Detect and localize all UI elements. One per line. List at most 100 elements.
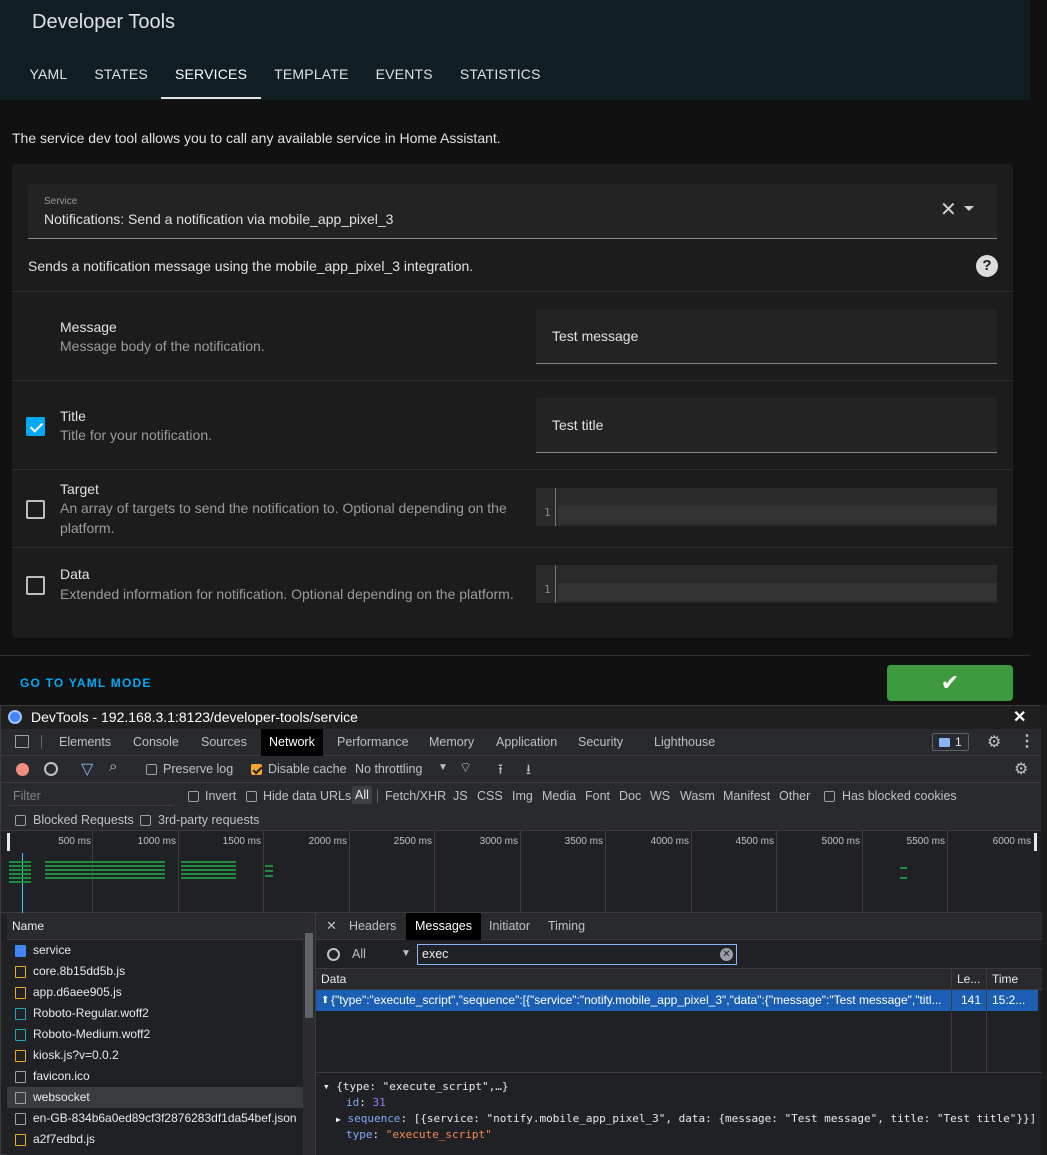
request-row[interactable]: Roboto-Regular.woff2 xyxy=(7,1003,303,1024)
settings-gear-icon[interactable]: ⚙ xyxy=(987,732,1001,752)
panel-tab-lighthouse[interactable]: Lighthouse xyxy=(654,735,715,749)
column-header-data[interactable]: Data xyxy=(321,969,346,990)
page-scrollbar[interactable] xyxy=(1030,0,1047,705)
type-filter-font[interactable]: Font xyxy=(585,789,610,803)
panel-tab-memory[interactable]: Memory xyxy=(429,735,474,749)
tab-initiator[interactable]: Initiator xyxy=(489,919,530,933)
clear-log-icon[interactable] xyxy=(44,762,58,776)
target-code-editor[interactable]: 1 xyxy=(536,488,997,526)
tab-services[interactable]: SERVICES xyxy=(161,52,261,100)
script-icon xyxy=(15,1134,26,1146)
search-icon[interactable]: ⌕ xyxy=(109,758,117,775)
disable-cache-checkbox[interactable] xyxy=(251,764,262,775)
request-row[interactable]: core.8b15dd5b.js xyxy=(7,961,303,982)
tab-events[interactable]: EVENTS xyxy=(362,52,446,100)
panel-tab-application[interactable]: Application xyxy=(496,735,557,749)
type-filter-ws[interactable]: WS xyxy=(650,789,670,803)
tab-timing[interactable]: Timing xyxy=(548,919,585,933)
type-filter-css[interactable]: CSS xyxy=(477,789,503,803)
panel-tab-console[interactable]: Console xyxy=(133,735,179,749)
timeline-right-handle[interactable] xyxy=(1034,833,1037,851)
message-input[interactable]: Test message xyxy=(536,309,997,364)
panel-tab-security[interactable]: Security xyxy=(578,735,623,749)
type-filter-media[interactable]: Media xyxy=(542,789,576,803)
json-summary-row[interactable]: ▾ {type: "execute_script",…} xyxy=(323,1080,508,1093)
request-row[interactable]: service xyxy=(7,940,303,961)
timeline-left-handle[interactable] xyxy=(7,833,10,851)
target-checkbox[interactable] xyxy=(26,500,45,519)
request-row[interactable]: Roboto-Medium.woff2 xyxy=(7,1024,303,1045)
request-row-selected[interactable]: websocket xyxy=(7,1087,303,1108)
column-header-length[interactable]: Le... xyxy=(957,969,980,990)
chevron-down-icon[interactable]: ▼ xyxy=(401,948,411,959)
inspect-element-icon[interactable] xyxy=(15,735,29,748)
type-filter-js[interactable]: JS xyxy=(453,789,468,803)
filter-input[interactable]: Filter xyxy=(9,787,174,806)
panel-tab-sources[interactable]: Sources xyxy=(201,735,247,749)
clear-messages-icon[interactable] xyxy=(327,948,340,961)
title-input[interactable]: Test title xyxy=(536,398,997,453)
type-filter-all[interactable]: All xyxy=(352,786,372,804)
go-to-yaml-mode-link[interactable]: GO TO YAML MODE xyxy=(20,676,152,690)
data-checkbox[interactable] xyxy=(26,576,45,595)
scrollbar-thumb[interactable] xyxy=(305,933,313,1018)
data-code-editor[interactable]: 1 xyxy=(536,565,997,603)
invert-checkbox[interactable] xyxy=(188,791,199,802)
clear-icon[interactable]: ✕ xyxy=(940,198,957,222)
type-filter-wasm[interactable]: Wasm xyxy=(680,789,715,803)
throttling-select[interactable]: No throttling xyxy=(355,762,422,776)
panel-tab-performance[interactable]: Performance xyxy=(337,735,409,749)
blocked-requests-checkbox[interactable] xyxy=(15,815,26,826)
third-party-checkbox[interactable] xyxy=(140,815,151,826)
json-sequence-row[interactable]: ▶ sequence: [{service: "notify.mobile_ap… xyxy=(336,1112,1036,1125)
message-row-selected[interactable]: ⬆ {"type":"execute_script","sequence":[{… xyxy=(316,990,1038,1011)
tab-states[interactable]: STATES xyxy=(81,52,162,100)
request-row[interactable]: kiosk.js?v=0.0.2 xyxy=(7,1045,303,1066)
type-filter-doc[interactable]: Doc xyxy=(619,789,641,803)
message-input-value: Test message xyxy=(552,328,639,344)
type-filter-manifest[interactable]: Manifest xyxy=(723,789,770,803)
message-type-select[interactable]: All xyxy=(352,947,366,961)
request-row[interactable]: en-GB-834b6a0ed89cf3f2876283df1da54bef.j… xyxy=(7,1108,303,1129)
tab-headers[interactable]: Headers xyxy=(349,919,396,933)
has-blocked-cookies-label: Has blocked cookies xyxy=(842,789,957,803)
filter-icon[interactable]: ▽ xyxy=(81,759,93,779)
type-filter-other[interactable]: Other xyxy=(779,789,810,803)
service-picker[interactable]: Service Notifications: Send a notificati… xyxy=(28,184,997,239)
tab-messages[interactable]: Messages xyxy=(406,913,481,940)
type-filter-img[interactable]: Img xyxy=(512,789,533,803)
call-service-button[interactable]: ✔ xyxy=(887,665,1013,701)
export-har-icon[interactable]: ⭳ xyxy=(526,759,531,783)
panel-tab-elements[interactable]: Elements xyxy=(59,735,111,749)
record-stop-icon[interactable] xyxy=(16,763,29,776)
request-row[interactable]: app.d6aee905.js xyxy=(7,982,303,1003)
more-options-icon[interactable]: ⋮ xyxy=(1019,731,1035,751)
network-settings-gear-icon[interactable]: ⚙ xyxy=(1014,759,1028,779)
panel-tab-network[interactable]: Network xyxy=(261,729,323,756)
request-bars xyxy=(900,867,907,881)
preserve-log-checkbox[interactable] xyxy=(146,764,157,775)
close-icon[interactable]: ✕ xyxy=(1013,707,1026,727)
issues-badge[interactable]: 1 xyxy=(932,733,969,751)
network-overview-timeline[interactable]: 500 ms 1000 ms 1500 ms 2000 ms 2500 ms 3… xyxy=(1,831,1041,913)
request-row[interactable]: a2f7edbd.js xyxy=(7,1129,303,1150)
tab-statistics[interactable]: STATISTICS xyxy=(446,52,554,100)
column-header-time[interactable]: Time xyxy=(992,969,1018,990)
column-header-name[interactable]: Name xyxy=(7,913,303,940)
chevron-down-icon[interactable]: ▼ xyxy=(438,762,448,773)
message-search-input[interactable]: exec xyxy=(417,944,737,965)
hide-data-urls-checkbox[interactable] xyxy=(246,791,257,802)
help-icon[interactable]: ? xyxy=(976,255,998,277)
dropdown-arrow-icon[interactable] xyxy=(964,206,974,211)
tab-yaml[interactable]: YAML xyxy=(16,52,81,100)
request-row[interactable]: favicon.ico xyxy=(7,1066,303,1087)
tab-template[interactable]: TEMPLATE xyxy=(261,52,362,100)
close-details-icon[interactable]: ✕ xyxy=(326,918,337,934)
request-list-scrollbar[interactable] xyxy=(303,913,315,1155)
import-har-icon[interactable]: ⭱ xyxy=(498,759,503,783)
clear-search-icon[interactable]: ✕ xyxy=(720,948,733,961)
network-conditions-icon[interactable]: ⌔ xyxy=(459,759,472,777)
type-filter-fetch-xhr[interactable]: Fetch/XHR xyxy=(385,789,446,803)
has-blocked-cookies-checkbox[interactable] xyxy=(824,791,835,802)
title-checkbox[interactable] xyxy=(26,417,45,436)
